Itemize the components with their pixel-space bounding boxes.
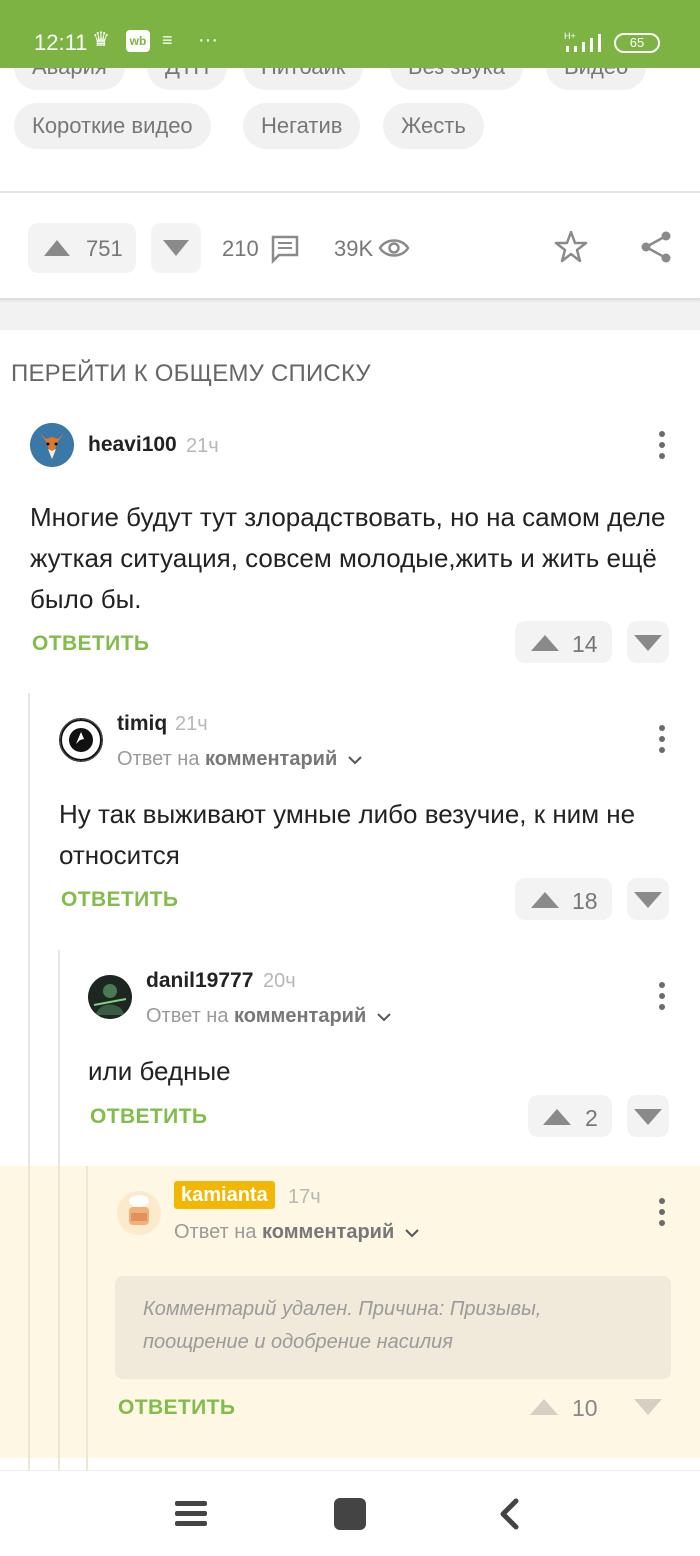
upvote-icon	[44, 240, 70, 256]
home-icon[interactable]	[334, 1498, 366, 1530]
chef-avatar-icon	[117, 1191, 161, 1235]
downvote-icon	[634, 635, 662, 651]
comment-upvote-button[interactable]: 14	[515, 621, 612, 663]
svg-text:H+: H+	[564, 31, 576, 41]
thread-line	[86, 1166, 88, 1470]
reply-to-prefix: Ответ на	[117, 748, 200, 770]
comment-downvote-button[interactable]	[627, 1095, 669, 1137]
comment-upvote-button[interactable]: 2	[528, 1095, 612, 1137]
downvote-icon[interactable]	[634, 1399, 662, 1415]
post-views: 39K	[334, 223, 414, 273]
upvote-icon	[543, 1109, 571, 1125]
tag-item[interactable]: Жесть	[383, 103, 484, 149]
avatar[interactable]	[117, 1191, 161, 1235]
more-options-icon[interactable]	[658, 1198, 666, 1231]
share-icon[interactable]	[640, 230, 674, 264]
reply-to-line[interactable]: Ответ на комментарий	[117, 748, 363, 771]
comment-vote-count: 14	[572, 631, 598, 657]
reply-button[interactable]: ОТВЕТИТЬ	[32, 632, 149, 656]
star-bookmark-icon[interactable]	[554, 230, 588, 264]
reply-to-comment-link[interactable]: комментарий	[234, 1005, 366, 1027]
reply-to-comment-link[interactable]: комментарий	[205, 748, 337, 770]
comment-username[interactable]: timiq	[117, 712, 167, 736]
comment-time: 17ч	[288, 1186, 321, 1208]
reply-to-comment-link[interactable]: комментарий	[262, 1221, 394, 1243]
upvote-icon[interactable]	[530, 1399, 558, 1415]
post-comments-button[interactable]: 210	[222, 223, 306, 273]
thread-line	[58, 1166, 60, 1470]
tag-item[interactable]: ДТП	[147, 68, 228, 90]
tag-item[interactable]: Негатив	[243, 103, 361, 149]
tag-item[interactable]: Короткие видео	[14, 103, 211, 149]
fox-avatar-icon	[30, 423, 74, 467]
post-downvote-button[interactable]	[151, 223, 201, 273]
reply-to-line[interactable]: Ответ на комментарий	[146, 1005, 392, 1028]
comment-time: 20ч	[263, 970, 296, 992]
comment-time: 21ч	[175, 713, 208, 735]
chevron-down-icon	[377, 1013, 391, 1022]
reply-button[interactable]: ОТВЕТИТЬ	[118, 1396, 235, 1420]
crown-icon: ♛	[92, 29, 110, 51]
comment-text: или бедные	[88, 1056, 231, 1086]
upvote-icon	[531, 892, 559, 908]
comment-downvote-button[interactable]	[627, 621, 669, 663]
post-comments-count: 210	[222, 236, 259, 261]
post-views-count: 39K	[334, 236, 374, 261]
avatar[interactable]	[59, 718, 103, 762]
reply-to-line[interactable]: Ответ на комментарий	[174, 1221, 420, 1244]
reply-button[interactable]: ОТВЕТИТЬ	[90, 1105, 207, 1129]
more-options-icon[interactable]	[658, 982, 666, 1015]
character-avatar-icon	[88, 975, 132, 1019]
divider	[0, 191, 700, 193]
tags-row-top: Авария ДТП Питбайк Без звука Видео	[0, 68, 700, 90]
post-upvote-button[interactable]: 751	[28, 223, 136, 273]
downvote-icon	[163, 240, 189, 256]
tag-item[interactable]: Без звука	[390, 68, 524, 90]
comment-username[interactable]: danil19777	[146, 969, 253, 993]
signal-icon: H+	[564, 31, 601, 52]
tag-item[interactable]: Авария	[14, 68, 125, 90]
comment-upvote-button[interactable]: 18	[515, 878, 612, 920]
battery-indicator: 65	[614, 33, 660, 53]
reply-button[interactable]: ОТВЕТИТЬ	[61, 888, 178, 912]
avatar[interactable]	[88, 975, 132, 1019]
comment-vote-count: 10	[572, 1395, 598, 1421]
upvote-icon	[531, 635, 559, 651]
comment-username[interactable]: heavi100	[88, 433, 177, 457]
deleted-comment-notice: Комментарий удален. Причина: Призывы, по…	[115, 1276, 671, 1379]
more-options-icon[interactable]	[658, 725, 666, 758]
logo-avatar-icon	[60, 719, 102, 761]
thread-line	[28, 1166, 30, 1470]
status-bar: 12:11 ♛ wb ≡ ··· H+ 65	[0, 0, 700, 68]
reply-to-prefix: Ответ на	[174, 1221, 257, 1243]
chevron-down-icon	[405, 1229, 419, 1238]
downvote-icon	[634, 892, 662, 908]
comment-downvote-button[interactable]	[627, 878, 669, 920]
system-nav-bar	[0, 1470, 700, 1556]
comment-text: Ну так выживают умные либо везучие, к ни…	[59, 799, 636, 870]
menu-icon[interactable]	[175, 1499, 207, 1529]
back-icon[interactable]	[498, 1498, 520, 1530]
downvote-icon	[634, 1109, 662, 1125]
status-time: 12:11	[34, 30, 88, 55]
comments-icon	[271, 235, 299, 264]
more-options-icon[interactable]	[658, 431, 666, 464]
comment-time: 21ч	[186, 435, 219, 457]
menu-lines-icon: ≡	[162, 30, 173, 50]
post-upvote-count: 751	[86, 236, 123, 261]
reply-to-prefix: Ответ на	[146, 1005, 229, 1027]
eye-icon	[378, 239, 410, 257]
wb-app-icon: wb	[126, 30, 150, 52]
comment-vote-count: 18	[572, 888, 598, 914]
go-to-full-list-link[interactable]: ПЕРЕЙТИ К ОБЩЕМУ СПИСКУ	[11, 360, 371, 388]
comment-vote-count: 2	[585, 1105, 598, 1131]
tag-item[interactable]: Видео	[546, 68, 647, 90]
comment-text: Многие будут тут злорадствовать, но на с…	[30, 502, 666, 614]
comment-username-highlighted[interactable]: kamianta	[174, 1181, 275, 1209]
section-gap	[0, 302, 700, 330]
tag-item[interactable]: Питбайк	[243, 68, 364, 90]
more-notifications-icon: ···	[198, 29, 218, 51]
avatar[interactable]	[30, 423, 74, 467]
chevron-down-icon	[348, 756, 362, 765]
